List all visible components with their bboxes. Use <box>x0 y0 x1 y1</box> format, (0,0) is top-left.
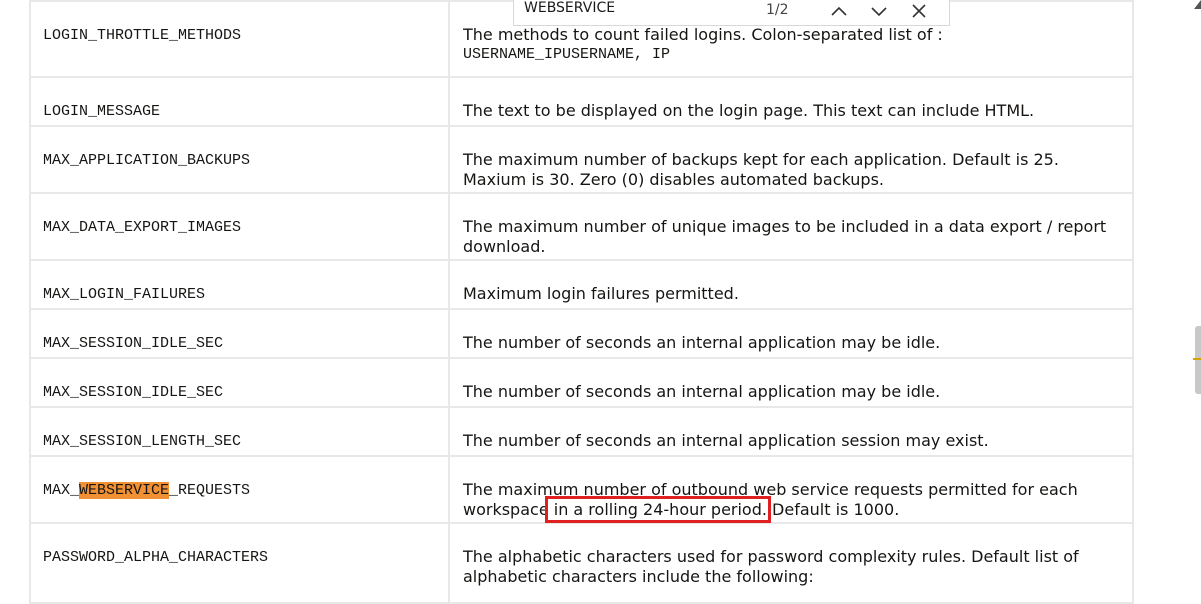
close-find-button[interactable] <box>907 0 931 22</box>
previous-match-button[interactable] <box>827 0 851 22</box>
name-suffix: _REQUESTS <box>169 482 251 499</box>
chevron-up-icon <box>831 6 847 16</box>
scrollbar-match-marker <box>1193 358 1201 360</box>
param-description: The number of seconds an internal applic… <box>448 308 1134 359</box>
name-prefix: MAX_ <box>43 482 80 499</box>
param-name: MAX_DATA_EXPORT_IMAGES <box>29 192 450 261</box>
table-row: MAX_WEBSERVICE_REQUESTS The maximum numb… <box>29 455 1134 524</box>
param-description: The maximum number of backups kept for e… <box>448 125 1134 194</box>
param-name: MAX_LOGIN_FAILURES <box>29 259 450 310</box>
description-text: The methods to count failed logins. Colo… <box>463 25 943 44</box>
parameters-table: LOGIN_THROTTLE_METHODS The methods to co… <box>29 0 1134 604</box>
close-icon <box>912 4 926 18</box>
find-bar: WEBSERVICE 1/2 <box>513 0 950 26</box>
table-row: MAX_SESSION_IDLE_SEC The number of secon… <box>29 357 1134 408</box>
param-description: The maximum number of outbound web servi… <box>448 455 1134 524</box>
param-description: Maximum login failures permitted. <box>448 259 1134 310</box>
table-row: MAX_LOGIN_FAILURES Maximum login failure… <box>29 259 1134 310</box>
next-match-button[interactable] <box>867 0 891 22</box>
param-description: The text to be displayed on the login pa… <box>448 76 1134 127</box>
param-description: The maximum number of unique images to b… <box>448 192 1134 261</box>
table-row: MAX_APPLICATION_BACKUPS The maximum numb… <box>29 125 1134 194</box>
param-name: LOGIN_MESSAGE <box>29 76 450 127</box>
param-name: PASSWORD_ALPHA_CHARACTERS <box>29 522 450 604</box>
description-code: USERNAME_IPUSERNAME, IP <box>463 46 671 63</box>
match-counter: 1/2 <box>766 2 789 18</box>
param-name: MAX_SESSION_IDLE_SEC <box>29 308 450 359</box>
param-description: The alphabetic characters used for passw… <box>448 522 1134 604</box>
table-row: MAX_SESSION_LENGTH_SEC The number of sec… <box>29 406 1134 457</box>
scrollbar-thumb[interactable] <box>1195 326 1201 394</box>
param-description: The number of seconds an internal applic… <box>448 406 1134 457</box>
table-row: MAX_DATA_EXPORT_IMAGES The maximum numbe… <box>29 192 1134 261</box>
description-text: Default is 1000. <box>766 500 900 519</box>
param-name: MAX_SESSION_IDLE_SEC <box>29 357 450 408</box>
param-name: MAX_APPLICATION_BACKUPS <box>29 125 450 194</box>
search-match-highlight: WEBSERVICE <box>79 482 170 499</box>
param-name: MAX_WEBSERVICE_REQUESTS <box>29 455 450 524</box>
param-description: The number of seconds an internal applic… <box>448 357 1134 408</box>
scroll-up-arrow-icon[interactable] <box>1192 0 1201 10</box>
param-name: MAX_SESSION_LENGTH_SEC <box>29 406 450 457</box>
find-input[interactable]: WEBSERVICE <box>524 0 615 16</box>
annotation-box: in a rolling 24-hour period. <box>544 496 771 523</box>
param-name: LOGIN_THROTTLE_METHODS <box>29 0 450 78</box>
table-row: MAX_SESSION_IDLE_SEC The number of secon… <box>29 308 1134 359</box>
table-row: PASSWORD_ALPHA_CHARACTERS The alphabetic… <box>29 522 1134 604</box>
chevron-down-icon <box>871 7 887 17</box>
table-row: LOGIN_MESSAGE The text to be displayed o… <box>29 76 1134 127</box>
